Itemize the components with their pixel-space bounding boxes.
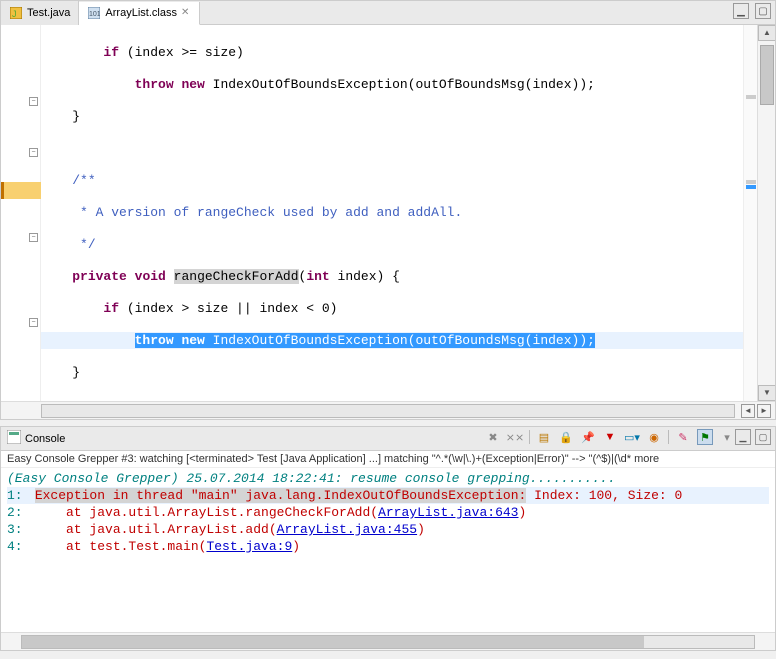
console-line[interactable]: 4: at test.Test.main(Test.java:9) — [7, 538, 769, 555]
scrollbar-thumb[interactable] — [760, 45, 774, 105]
console-line[interactable]: 2: at java.util.ArrayList.rangeCheckForA… — [7, 504, 769, 521]
settings-icon[interactable]: ▾ — [719, 429, 735, 445]
console-title: Console — [25, 433, 65, 445]
pin-console-icon[interactable]: 📌 — [580, 429, 596, 445]
overview-ruler[interactable] — [743, 25, 757, 401]
fold-toggle[interactable]: − — [29, 318, 38, 327]
stacktrace-link[interactable]: Test.java:9 — [206, 539, 292, 554]
filter-icon[interactable]: ▼ — [602, 429, 618, 445]
console-pane: Console ✖ ⨯⨯ ▤ 🔒 📌 ▼ ▭▾ ◉ ✎ ⚑ ▾ ▁ ▢ Easy… — [0, 426, 776, 651]
display-console-icon[interactable]: ▭▾ — [624, 429, 640, 445]
code-content[interactable]: if (index >= size) throw new IndexOutOfB… — [41, 25, 743, 401]
console-line[interactable]: 1: Exception in thread "main" java.lang.… — [7, 487, 769, 504]
horizontal-scrollbar[interactable]: ◄ ► — [1, 401, 775, 419]
svg-text:J: J — [12, 9, 17, 19]
code-area: − − − − if (index >= size) throw new Ind… — [1, 25, 775, 401]
next-annotation-icon[interactable]: ► — [757, 404, 771, 418]
tab-label: Test.java — [27, 7, 70, 19]
fold-toggle[interactable]: − — [29, 148, 38, 157]
console-titlebar: Console ✖ ⨯⨯ ▤ 🔒 📌 ▼ ▭▾ ◉ ✎ ⚑ ▾ ▁ ▢ — [1, 427, 775, 451]
gutter[interactable]: − − − − — [1, 25, 41, 401]
console-horizontal-scrollbar[interactable] — [1, 632, 775, 650]
minimize-icon[interactable]: ▁ — [733, 3, 749, 19]
tab-arraylist-class[interactable]: 101 ArrayList.class ✕ — [79, 2, 200, 25]
svg-text:101: 101 — [89, 11, 100, 18]
tab-label: ArrayList.class — [105, 7, 177, 19]
java-file-icon: J — [9, 6, 23, 20]
open-console-icon[interactable]: ◉ — [646, 429, 662, 445]
console-body[interactable]: (Easy Console Grepper) 25.07.2014 18:22:… — [1, 468, 775, 632]
maximize-icon[interactable]: ▢ — [755, 3, 771, 19]
editor-tabbar: J Test.java 101 ArrayList.class ✕ ▁ ▢ — [1, 1, 775, 25]
vertical-scrollbar[interactable]: ▲ ▼ — [757, 25, 775, 401]
console-line[interactable]: 3: at java.util.ArrayList.add(ArrayList.… — [7, 521, 769, 538]
class-file-icon: 101 — [87, 6, 101, 20]
grep-toggle-icon[interactable]: ⚑ — [697, 429, 713, 445]
scroll-lock-icon[interactable]: 🔒 — [558, 429, 574, 445]
prev-annotation-icon[interactable]: ◄ — [741, 404, 755, 418]
current-line-marker — [1, 182, 41, 199]
maximize-icon[interactable]: ▢ — [755, 429, 771, 445]
remove-all-icon[interactable]: ⨯⨯ — [507, 429, 523, 445]
tab-test-java[interactable]: J Test.java — [1, 1, 79, 25]
editor-pane: J Test.java 101 ArrayList.class ✕ ▁ ▢ − … — [0, 0, 776, 420]
console-toolbar: ✖ ⨯⨯ ▤ 🔒 📌 ▼ ▭▾ ◉ ✎ ⚑ ▾ — [485, 429, 735, 445]
scroll-up-icon[interactable]: ▲ — [758, 25, 775, 41]
close-icon[interactable]: ✕ — [181, 8, 191, 18]
minimize-icon[interactable]: ▁ — [735, 429, 751, 445]
remove-launch-icon[interactable]: ✖ — [485, 429, 501, 445]
stacktrace-link[interactable]: ArrayList.java:455 — [277, 522, 417, 537]
stacktrace-link[interactable]: ArrayList.java:643 — [378, 505, 518, 520]
console-status: Easy Console Grepper #3: watching [<term… — [1, 451, 775, 468]
edit-icon[interactable]: ✎ — [675, 429, 691, 445]
scroll-down-icon[interactable]: ▼ — [758, 385, 775, 401]
fold-toggle[interactable]: − — [29, 97, 38, 106]
console-header-line: (Easy Console Grepper) 25.07.2014 18:22:… — [7, 470, 769, 487]
fold-toggle[interactable]: − — [29, 233, 38, 242]
console-icon — [7, 430, 21, 447]
clear-console-icon[interactable]: ▤ — [536, 429, 552, 445]
